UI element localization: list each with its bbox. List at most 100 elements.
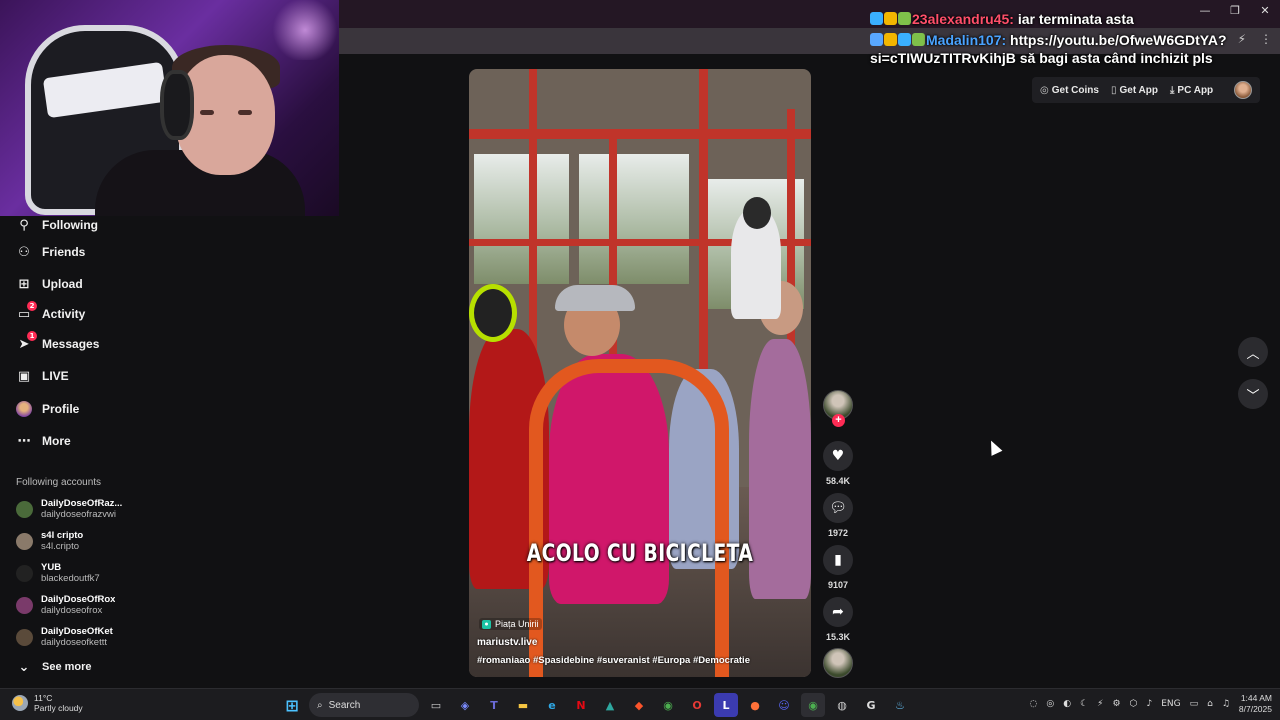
tray-app-icon[interactable]: ⚡ [1097, 699, 1103, 709]
chat-badge-icon [898, 33, 911, 46]
following-account[interactable]: DailyDoseOfRox dailydoseofrox [16, 594, 156, 616]
brave-icon[interactable]: ◆ [627, 693, 651, 717]
like-count: 58.4K [825, 476, 851, 486]
network-icon[interactable]: ⌂ [1207, 699, 1213, 709]
comment-button[interactable]: 💬︎ [823, 493, 853, 523]
save-count: 9107 [827, 580, 849, 590]
get-coins-button[interactable]: ◎ Get Coins [1040, 85, 1099, 96]
edge-icon[interactable]: e [540, 693, 564, 717]
see-more-button[interactable]: ⌄ See more [16, 657, 92, 677]
netflix-icon[interactable]: N [569, 693, 593, 717]
account-handle: dailydoseofrazvwi [41, 509, 116, 520]
video-player[interactable]: ACOLO CU BICICLETA ● Piața Unirii marius… [469, 69, 811, 677]
following-account[interactable]: DailyDoseOfRaz... dailydoseofrazvwi [16, 498, 156, 520]
next-video-button[interactable]: ﹀ [1238, 379, 1268, 409]
obs-icon[interactable]: ◍ [830, 693, 854, 717]
weather-widget[interactable]: 11°C Partly cloudy [12, 693, 83, 713]
photos-icon[interactable]: ▲ [598, 693, 622, 717]
sidebar-item-upload[interactable]: ⊞ Upload [16, 274, 83, 294]
webcam-eye-left [200, 110, 214, 115]
language-indicator[interactable]: ENG [1161, 699, 1180, 709]
following-account[interactable]: s4l cripto s4l.cripto [16, 530, 156, 552]
account-name: DailyDoseOfRox [41, 594, 116, 605]
sound-avatar[interactable] [823, 648, 853, 678]
following-account[interactable]: DailyDoseOfKet dailydoseofkettt [16, 626, 156, 648]
chat-message: 23alexandru45: iar terminata asta [870, 10, 1270, 28]
tray-app-icon[interactable]: ☾ [1080, 699, 1088, 709]
video-hashtags[interactable]: #romaniaao #Spasidebine #suveranist #Eur… [477, 655, 750, 666]
tray-app-icon[interactable]: ⚙ [1113, 699, 1121, 709]
tray-app-icon[interactable]: ◐ [1063, 699, 1071, 709]
copilot-icon[interactable]: ◈ [453, 693, 477, 717]
taskbar-apps: ⊞ ⌕ Search ▭ ◈ T ▬ e N ▲ ◆ ◉ O L ● ☺ ◉ ◍ … [280, 693, 912, 717]
volume-icon[interactable]: ♫ [1222, 699, 1230, 709]
account-text: YUB blackedoutfk7 [41, 562, 100, 584]
standing-man-head [743, 197, 771, 229]
like-button[interactable]: ♥ [823, 441, 853, 471]
following-accounts-title: Following accounts [16, 477, 102, 488]
steam-icon[interactable]: ♨ [888, 693, 912, 717]
bus-window [474, 154, 569, 284]
sidebar-item-friends[interactable]: ⚇ Friends [16, 242, 85, 262]
account-handle: dailydoseofrox [41, 605, 103, 616]
share-button[interactable]: ➦ [823, 597, 853, 627]
pc-app-button[interactable]: ⤓ PC App [1170, 85, 1213, 96]
video-location-tag[interactable]: ● Piața Unirii [479, 618, 542, 630]
sidebar-item-label: Upload [42, 277, 83, 291]
webcam-headset [160, 70, 194, 140]
sidebar-item-activity[interactable]: ▭ 2 Activity [16, 301, 86, 324]
save-button[interactable]: ▮ [823, 545, 853, 575]
bus-window [579, 154, 689, 284]
activity-icon: ▭ 2 [16, 301, 37, 322]
windows-start-icon[interactable]: ⊞ [280, 693, 304, 717]
display-icon[interactable]: ▭ [1190, 699, 1199, 709]
sidebar-item-live[interactable]: ▣ LIVE [16, 366, 69, 386]
discord-icon[interactable]: ☺ [772, 693, 796, 717]
chat-badge-icon [884, 33, 897, 46]
tray-app-icon[interactable]: ◌ [1030, 699, 1038, 709]
chrome-icon[interactable]: ◉ [656, 693, 680, 717]
get-app-button[interactable]: ▯ Get App [1111, 85, 1158, 96]
sidebar-item-following[interactable]: ⚲ Following [16, 215, 98, 235]
file-explorer-icon[interactable]: ▬ [511, 693, 535, 717]
user-follow-icon: ⚲ [19, 217, 29, 233]
share-icon: ➦ [832, 604, 844, 620]
chat-badge-icon [884, 12, 897, 25]
sidebar-item-label: Friends [42, 245, 86, 259]
follow-plus-button[interactable]: + [832, 414, 845, 427]
sidebar-item-more[interactable]: ⋯ More [16, 431, 71, 451]
account-avatar [16, 564, 33, 582]
chat-username: Madalin107: [926, 32, 1007, 48]
app-g-icon[interactable]: G [859, 693, 883, 717]
sidebar-item-profile[interactable]: Profile [16, 399, 79, 419]
partly-cloudy-icon [12, 695, 28, 711]
sidebar-item-label: Activity [42, 307, 86, 321]
bus-pole [609, 129, 617, 389]
user-avatar[interactable] [1234, 81, 1252, 99]
tray-app-icon[interactable]: ◎ [1046, 699, 1054, 709]
get-coins-label: Get Coins [1051, 84, 1099, 96]
taskbar-search[interactable]: ⌕ Search [309, 693, 419, 717]
see-more-label: See more [42, 661, 92, 673]
coin-icon: ◎ [1040, 84, 1049, 96]
following-account[interactable]: YUB blackedoutfk7 [16, 562, 156, 584]
teams-icon[interactable]: T [482, 693, 506, 717]
messages-icon: ➤ 1 [16, 331, 37, 352]
task-view-icon[interactable]: ▭ [424, 693, 448, 717]
account-avatar [16, 532, 33, 550]
tray-app-icon[interactable]: ⬡ [1130, 699, 1138, 709]
microphone-icon[interactable]: ♪ [1146, 699, 1152, 709]
sidebar-item-label: More [42, 434, 71, 448]
chat-badges [870, 32, 926, 48]
firefox-icon[interactable]: ● [743, 693, 767, 717]
launcher-icon[interactable]: L [714, 693, 738, 717]
sidebar-item-messages[interactable]: ➤ 1 Messages [16, 331, 100, 354]
share-count: 15.3K [825, 632, 851, 642]
chat-badge-icon [898, 12, 911, 25]
video-author[interactable]: mariustv.live [477, 637, 537, 648]
opera-icon[interactable]: O [685, 693, 709, 717]
taskbar-clock[interactable]: 1:44 AM 8/7/2025 [1239, 693, 1272, 715]
sidebar-item-label: Messages [42, 337, 100, 351]
previous-video-button[interactable]: ︿ [1238, 337, 1268, 367]
chrome-active-icon[interactable]: ◉ [801, 693, 825, 717]
